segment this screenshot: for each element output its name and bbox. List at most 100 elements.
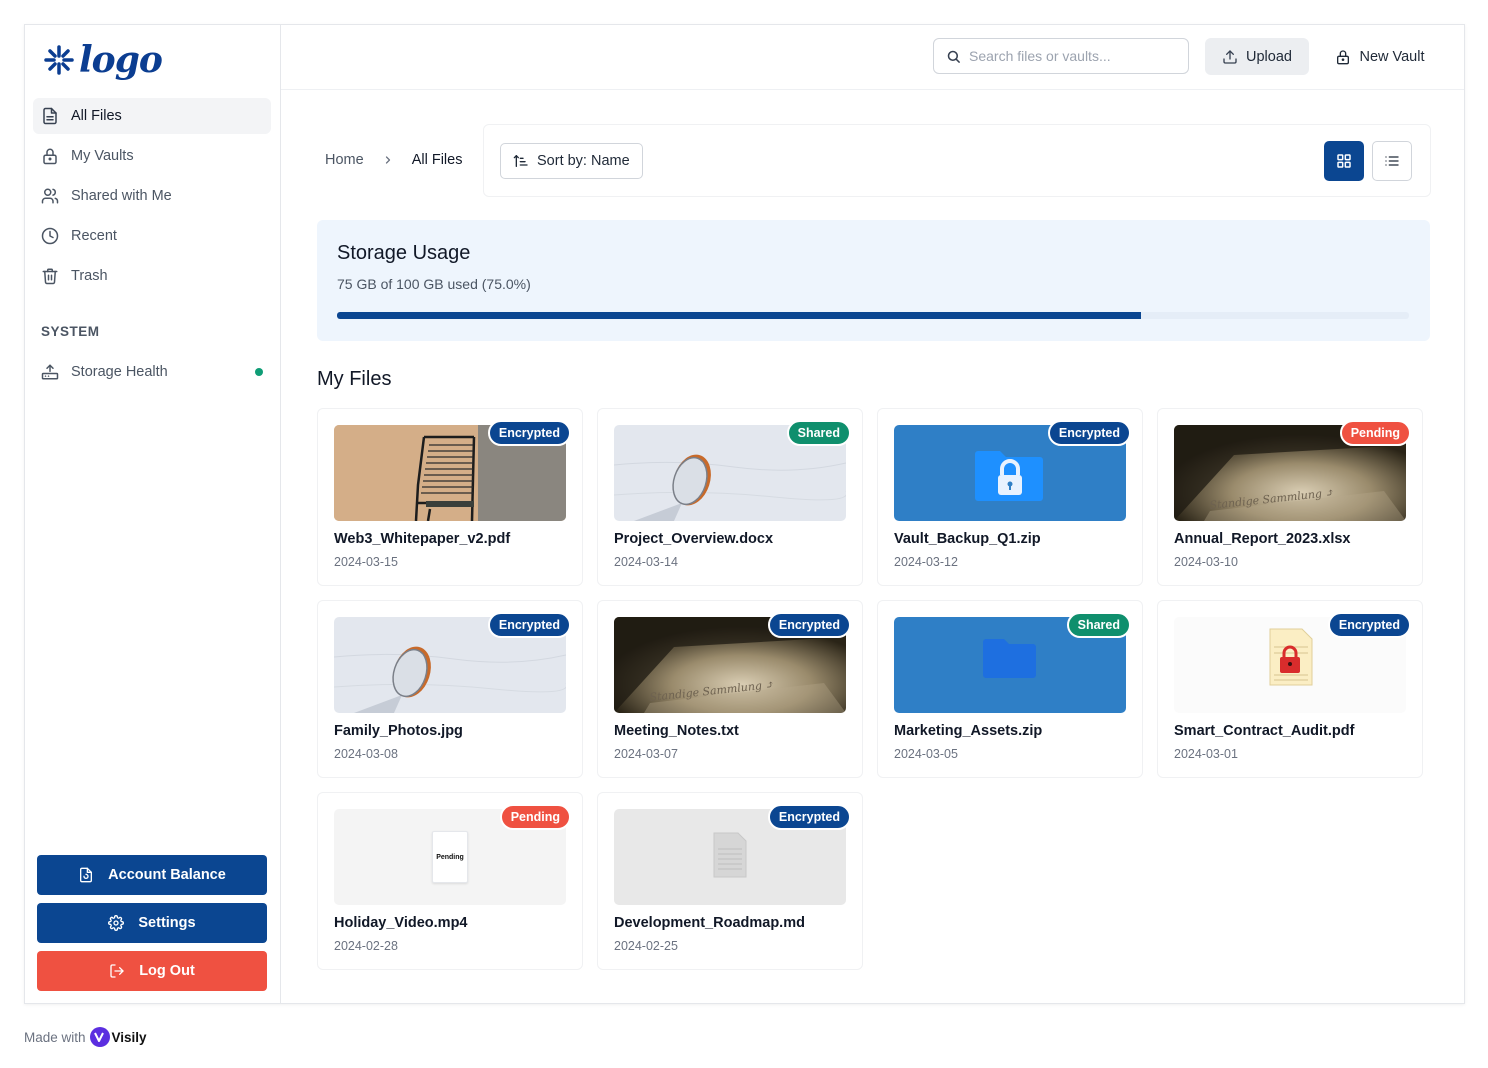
- logout-icon: [110, 964, 124, 978]
- file-name: Annual_Report_2023.xlsx: [1174, 531, 1351, 547]
- lock-icon: [1337, 49, 1350, 64]
- file-name: Web3_Whitepaper_v2.pdf: [334, 531, 511, 547]
- status-badge: Shared: [786, 420, 851, 446]
- grid-view-button[interactable]: [1324, 141, 1364, 181]
- file-card[interactable]: Encrypted Family_Photos.jpg 2024-03-08: [317, 600, 583, 778]
- sidebar-item-label: Recent: [71, 228, 117, 244]
- logo-text: logo: [79, 39, 163, 81]
- clock-icon: [41, 227, 59, 245]
- made-with-text: Made with: [24, 1029, 86, 1045]
- settings-button[interactable]: Settings: [37, 903, 267, 943]
- sidebar-item-label: Storage Health: [71, 364, 168, 380]
- sort-button[interactable]: Sort by: Name: [500, 143, 643, 179]
- file-name: Holiday_Video.mp4: [334, 915, 468, 931]
- settings-label: Settings: [138, 915, 196, 931]
- new-vault-label: New Vault: [1359, 48, 1425, 65]
- list-view-button[interactable]: [1372, 141, 1412, 181]
- system-section-label: SYSTEM: [41, 324, 100, 339]
- sort-label: Sort by: Name: [537, 153, 630, 169]
- file-card[interactable]: Encrypted Web3_Whitepaper_v2.pdf 2024-03…: [317, 408, 583, 586]
- storage-progress-fill: [337, 312, 1141, 319]
- logout-button[interactable]: Log Out: [37, 951, 267, 991]
- visily-brand[interactable]: Visily: [89, 1027, 147, 1047]
- account-balance-label: Account Balance: [108, 867, 226, 883]
- router-icon: [41, 364, 59, 380]
- chevron-right-icon: [385, 156, 390, 164]
- sidebar-item-shared-with-me[interactable]: Shared with Me: [33, 178, 271, 214]
- sidebar-item-storage-health[interactable]: Storage Health: [33, 354, 271, 390]
- trash-icon: [42, 268, 58, 285]
- file-card[interactable]: Pending Pending Holiday_Video.mp4 2024-0…: [317, 792, 583, 970]
- account-balance-button[interactable]: Account Balance: [37, 855, 267, 895]
- file-refresh-icon: [80, 867, 93, 883]
- upload-label: Upload: [1246, 48, 1292, 65]
- file-name: Marketing_Assets.zip: [894, 723, 1043, 739]
- breadcrumb-home[interactable]: Home: [325, 152, 364, 168]
- sidebar-item-label: Shared with Me: [71, 188, 172, 204]
- logo[interactable]: logo: [43, 39, 163, 81]
- file-date: 2024-02-25: [614, 939, 678, 953]
- file-name: Smart_Contract_Audit.pdf: [1174, 723, 1355, 739]
- file-card[interactable]: Shared Marketing_Assets.zip 2024-03-05: [877, 600, 1143, 778]
- file-card[interactable]: Encrypted Development_Roadmap.md 2024-02…: [597, 792, 863, 970]
- status-badge: Encrypted: [767, 804, 851, 830]
- status-badge: Encrypted: [1327, 612, 1411, 638]
- status-badge: Pending: [1339, 420, 1411, 446]
- storage-usage-panel: Storage Usage 75 GB of 100 GB used (75.0…: [317, 220, 1430, 341]
- breadcrumb-current: All Files: [411, 152, 463, 168]
- status-badge: Shared: [1066, 612, 1131, 638]
- file-date: 2024-03-12: [894, 555, 958, 569]
- lock-icon: [43, 148, 57, 165]
- file-card[interactable]: Encrypted Vault_Backup_Q1.zip 2024-03-12: [877, 408, 1143, 586]
- sidebar-item-my-vaults[interactable]: My Vaults: [33, 138, 271, 174]
- file-date: 2024-03-14: [614, 555, 678, 569]
- file-card[interactable]: Standige Sammlung ⤴ Pending Annual_Repor…: [1157, 408, 1423, 586]
- breadcrumb: Home All Files: [325, 152, 462, 168]
- search-icon: [947, 50, 960, 63]
- upload-button[interactable]: Upload: [1205, 38, 1309, 75]
- status-badge: Pending: [499, 804, 571, 830]
- file-name: Meeting_Notes.txt: [614, 723, 739, 739]
- upload-icon: [1223, 49, 1237, 64]
- files-heading: My Files: [317, 368, 392, 390]
- sidebar-item-label: Trash: [71, 268, 108, 284]
- health-status-dot: [255, 368, 263, 376]
- sidebar-item-trash[interactable]: Trash: [33, 258, 271, 294]
- sidebar-item-recent[interactable]: Recent: [33, 218, 271, 254]
- file-name: Development_Roadmap.md: [614, 915, 805, 931]
- file-date: 2024-03-01: [1174, 747, 1238, 761]
- sort-icon: [513, 155, 528, 167]
- file-date: 2024-03-15: [334, 555, 398, 569]
- file-date: 2024-03-08: [334, 747, 398, 761]
- gear-icon: [108, 915, 125, 931]
- thumbnail-text: Pending: [436, 853, 464, 861]
- storage-summary: 75 GB of 100 GB used (75.0%): [337, 276, 531, 292]
- new-vault-button[interactable]: New Vault: [1325, 38, 1435, 75]
- list-icon: [1385, 156, 1399, 166]
- made-with-footer: Made with Visily: [24, 1027, 147, 1047]
- file-name: Project_Overview.docx: [614, 531, 774, 547]
- search-input[interactable]: [969, 48, 1169, 64]
- file-card[interactable]: Standige Sammlung ⤴ Encrypted Meeting_No…: [597, 600, 863, 778]
- file-card[interactable]: Shared Project_Overview.docx 2024-03-14: [597, 408, 863, 586]
- main-content: Upload New Vault Home All Files Sort by:…: [281, 25, 1464, 1003]
- sidebar-item-all-files[interactable]: All Files: [33, 98, 271, 134]
- visily-brand-text: Visily: [111, 1029, 147, 1045]
- storage-title: Storage Usage: [337, 242, 471, 264]
- logout-label: Log Out: [139, 963, 195, 979]
- users-icon: [41, 188, 59, 204]
- file-grid: Encrypted Web3_Whitepaper_v2.pdf 2024-03…: [317, 408, 1437, 970]
- status-badge: Encrypted: [487, 420, 571, 446]
- file-toolbar: Sort by: Name: [483, 124, 1431, 197]
- status-badge: Encrypted: [767, 612, 851, 638]
- sidebar-item-label: My Vaults: [71, 148, 134, 164]
- file-date: 2024-02-28: [334, 939, 398, 953]
- file-date: 2024-03-05: [894, 747, 958, 761]
- visily-logo-icon: [89, 1027, 110, 1047]
- file-icon: [43, 107, 57, 125]
- grid-icon: [1337, 154, 1351, 168]
- asterisk-logo-icon: [44, 45, 74, 75]
- pending-document-icon: Pending: [432, 831, 468, 883]
- search-box[interactable]: [933, 38, 1189, 74]
- file-card[interactable]: Encrypted Smart_Contract_Audit.pdf 2024-…: [1157, 600, 1423, 778]
